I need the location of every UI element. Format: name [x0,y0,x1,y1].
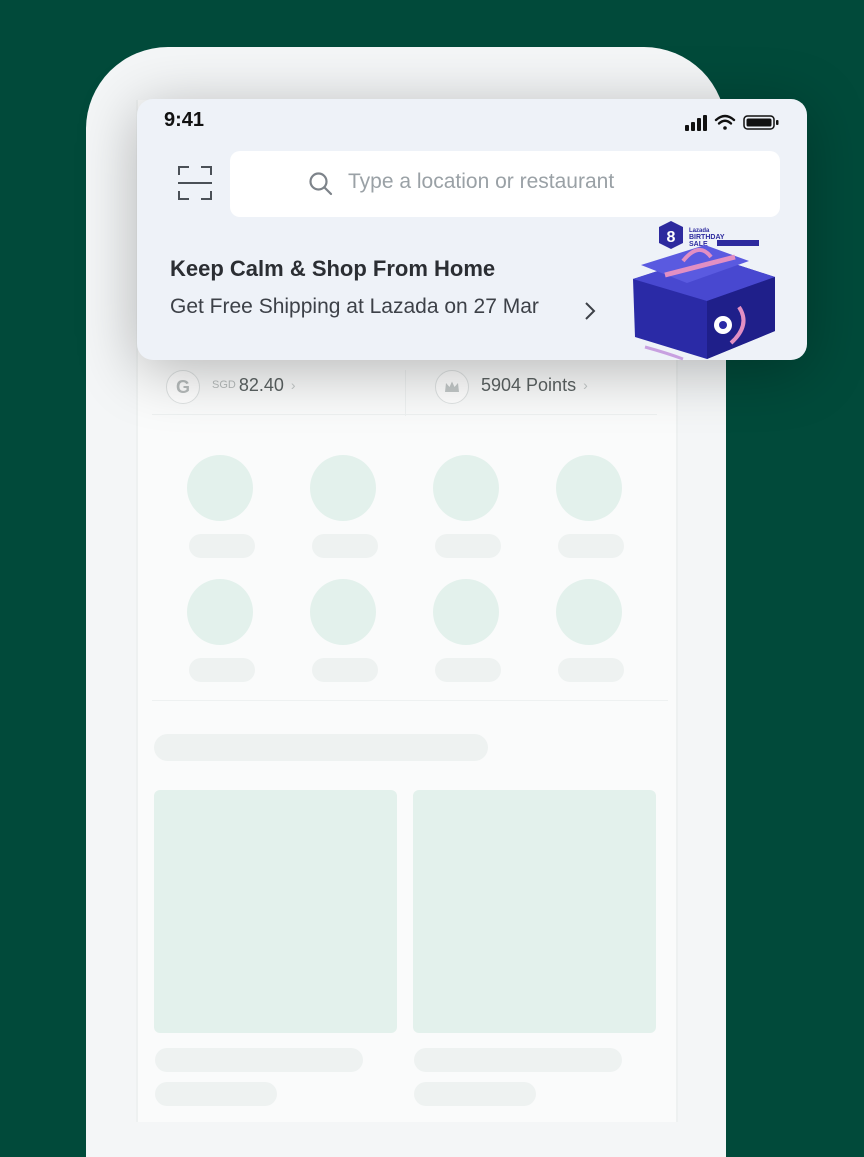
section-divider [152,700,668,701]
status-icons [685,113,781,138]
service-icon-placeholder[interactable] [433,455,499,521]
service-label-placeholder [189,534,255,558]
service-icon-placeholder[interactable] [556,455,622,521]
scan-icon[interactable] [178,166,212,205]
promo-title[interactable]: Keep Calm & Shop From Home [170,256,495,282]
promo-subtitle[interactable]: Get Free Shipping at Lazada on 27 Mar [170,295,539,319]
rewards-points[interactable]: 5904 Points › [481,375,588,396]
card-title-placeholder [414,1048,622,1072]
card-title-placeholder [155,1048,363,1072]
search-placeholder: Type a location or restaurant [348,170,615,193]
balance-value: 82.40 [238,375,284,395]
service-icon-placeholder[interactable] [187,579,253,645]
service-label-placeholder [558,534,624,558]
wallet-row: G SGD 82.40 › 5904 Points › [152,362,657,416]
chevron-right-icon: › [290,377,296,393]
search-input[interactable]: Type a location or restaurant [230,151,780,217]
card-subtitle-placeholder [414,1082,536,1106]
service-icon-placeholder[interactable] [187,455,253,521]
service-label-placeholder [312,534,378,558]
content-card-placeholder[interactable] [154,790,397,1033]
service-label-placeholder [435,534,501,558]
card-subtitle-placeholder [155,1082,277,1106]
signal-icon [685,115,707,131]
chevron-right-icon[interactable] [584,301,596,321]
section-title-placeholder [154,734,488,761]
divider [405,370,406,416]
wifi-icon [714,114,736,130]
crown-icon [435,370,469,404]
svg-text:BIRTHDAY: BIRTHDAY [689,234,725,241]
service-label-placeholder [189,658,255,682]
chevron-right-icon: › [583,377,588,393]
service-icon-placeholder[interactable] [433,579,499,645]
points-value: 5904 Points [481,375,577,395]
content-card-placeholder[interactable] [413,790,656,1033]
svg-text:8: 8 [667,229,676,246]
battery-icon [743,115,779,130]
grabpay-coin-icon: G [166,370,200,404]
header-card: 9:41 Type a location or restaurant Keep … [137,99,807,361]
wallet-balance[interactable]: SGD 82.40 › [212,375,296,396]
status-time: 9:41 [164,109,205,131]
service-label-placeholder [558,658,624,682]
currency-label: SGD [212,379,236,391]
gift-box-icon: 8 Lazada BIRTHDAY SALE [633,221,775,361]
service-icon-placeholder[interactable] [310,579,376,645]
service-icon-placeholder[interactable] [556,579,622,645]
service-icon-placeholder[interactable] [310,455,376,521]
search-icon [309,172,333,196]
service-label-placeholder [312,658,378,682]
service-label-placeholder [435,658,501,682]
